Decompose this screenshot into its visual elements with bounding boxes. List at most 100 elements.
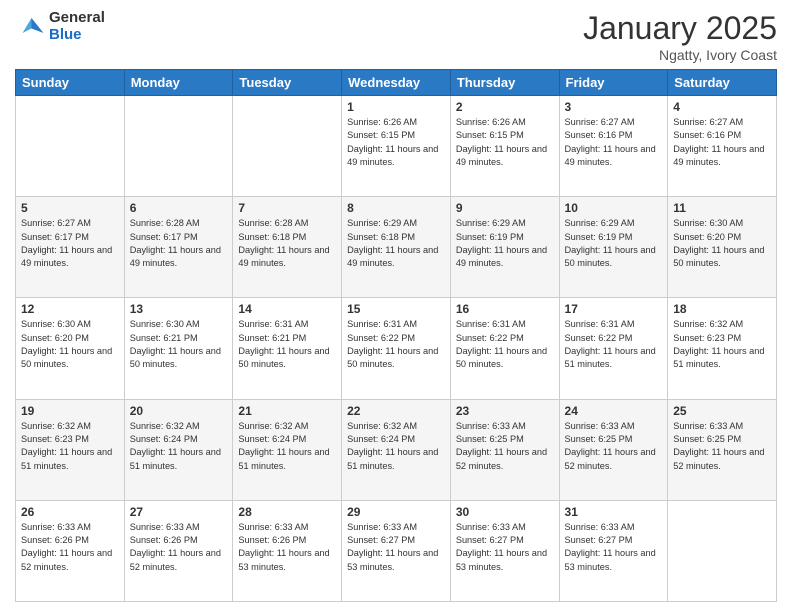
day-number: 19	[21, 404, 119, 418]
day-info: Sunrise: 6:33 AM Sunset: 6:26 PM Dayligh…	[130, 521, 228, 574]
logo-general: General	[49, 10, 105, 27]
calendar-header-tuesday: Tuesday	[233, 70, 342, 96]
calendar-cell: 30 Sunrise: 6:33 AM Sunset: 6:27 PM Dayli…	[450, 500, 559, 601]
calendar-cell: 18 Sunrise: 6:32 AM Sunset: 6:23 PM Dayli…	[668, 298, 777, 399]
day-number: 30	[456, 505, 554, 519]
calendar-cell: 21Sunrise: 6:32 AM Sunset: 6:24 PM Dayli…	[233, 399, 342, 500]
day-number: 24	[565, 404, 663, 418]
calendar-cell	[668, 500, 777, 601]
day-info: Sunrise: 6:33 AM Sunset: 6:27 PM Dayligh…	[565, 521, 663, 574]
calendar-header-wednesday: Wednesday	[342, 70, 451, 96]
day-number: 1	[347, 100, 445, 114]
calendar-cell: 5 Sunrise: 6:27 AM Sunset: 6:17 PM Daylig…	[16, 197, 125, 298]
day-number: 10	[565, 201, 663, 215]
day-info: Sunrise: 6:28 AM Sunset: 6:18 PM Dayligh…	[238, 217, 336, 270]
calendar-header-thursday: Thursday	[450, 70, 559, 96]
day-number: 29	[347, 505, 445, 519]
day-number: 5	[21, 201, 119, 215]
day-info: Sunrise: 6:32 AM Sunset: 6:24 PM Dayligh…	[238, 420, 336, 473]
day-info: Sunrise: 6:32 AM Sunset: 6:23 PM Dayligh…	[673, 318, 771, 371]
day-number: 25	[673, 404, 771, 418]
day-info: Sunrise: 6:32 AM Sunset: 6:23 PM Dayligh…	[21, 420, 119, 473]
day-number: 20	[130, 404, 228, 418]
day-number: 11	[673, 201, 771, 215]
day-number: 26	[21, 505, 119, 519]
day-info: Sunrise: 6:32 AM Sunset: 6:24 PM Dayligh…	[347, 420, 445, 473]
calendar-table: SundayMondayTuesdayWednesdayThursdayFrid…	[15, 69, 777, 602]
calendar-cell: 22 Sunrise: 6:32 AM Sunset: 6:24 PM Dayli…	[342, 399, 451, 500]
calendar-cell: 16Sunrise: 6:31 AM Sunset: 6:22 PM Dayli…	[450, 298, 559, 399]
day-number: 8	[347, 201, 445, 215]
calendar-cell: 24Sunrise: 6:33 AM Sunset: 6:25 PM Dayli…	[559, 399, 668, 500]
calendar-week-1: 5 Sunrise: 6:27 AM Sunset: 6:17 PM Daylig…	[16, 197, 777, 298]
day-number: 28	[238, 505, 336, 519]
calendar-cell: 23 Sunrise: 6:33 AM Sunset: 6:25 PM Dayli…	[450, 399, 559, 500]
logo: General Blue	[15, 10, 105, 43]
day-info: Sunrise: 6:33 AM Sunset: 6:25 PM Dayligh…	[456, 420, 554, 473]
day-info: Sunrise: 6:31 AM Sunset: 6:22 PM Dayligh…	[347, 318, 445, 371]
day-number: 18	[673, 302, 771, 316]
calendar-cell: 3Sunrise: 6:27 AM Sunset: 6:16 PM Daylig…	[559, 96, 668, 197]
calendar-cell: 29 Sunrise: 6:33 AM Sunset: 6:27 PM Dayli…	[342, 500, 451, 601]
day-number: 23	[456, 404, 554, 418]
day-info: Sunrise: 6:28 AM Sunset: 6:17 PM Dayligh…	[130, 217, 228, 270]
day-number: 14	[238, 302, 336, 316]
day-number: 17	[565, 302, 663, 316]
day-number: 22	[347, 404, 445, 418]
calendar-header-row: SundayMondayTuesdayWednesdayThursdayFrid…	[16, 70, 777, 96]
day-number: 13	[130, 302, 228, 316]
header: General Blue January 2025 Ngatty, Ivory …	[15, 10, 777, 63]
day-number: 2	[456, 100, 554, 114]
day-number: 15	[347, 302, 445, 316]
day-info: Sunrise: 6:29 AM Sunset: 6:18 PM Dayligh…	[347, 217, 445, 270]
day-info: Sunrise: 6:27 AM Sunset: 6:17 PM Dayligh…	[21, 217, 119, 270]
day-info: Sunrise: 6:33 AM Sunset: 6:25 PM Dayligh…	[673, 420, 771, 473]
day-number: 4	[673, 100, 771, 114]
day-info: Sunrise: 6:33 AM Sunset: 6:27 PM Dayligh…	[456, 521, 554, 574]
calendar-cell: 4 Sunrise: 6:27 AM Sunset: 6:16 PM Daylig…	[668, 96, 777, 197]
title-block: January 2025 Ngatty, Ivory Coast	[583, 10, 777, 63]
calendar-cell: 13 Sunrise: 6:30 AM Sunset: 6:21 PM Dayli…	[124, 298, 233, 399]
calendar-header-saturday: Saturday	[668, 70, 777, 96]
calendar-cell	[233, 96, 342, 197]
calendar-cell: 27 Sunrise: 6:33 AM Sunset: 6:26 PM Dayli…	[124, 500, 233, 601]
day-number: 7	[238, 201, 336, 215]
calendar-cell: 20 Sunrise: 6:32 AM Sunset: 6:24 PM Dayli…	[124, 399, 233, 500]
day-info: Sunrise: 6:26 AM Sunset: 6:15 PM Dayligh…	[456, 116, 554, 169]
calendar-cell: 7 Sunrise: 6:28 AM Sunset: 6:18 PM Daylig…	[233, 197, 342, 298]
day-info: Sunrise: 6:31 AM Sunset: 6:21 PM Dayligh…	[238, 318, 336, 371]
day-number: 9	[456, 201, 554, 215]
month-title: January 2025	[583, 10, 777, 47]
calendar-cell: 31Sunrise: 6:33 AM Sunset: 6:27 PM Dayli…	[559, 500, 668, 601]
calendar-cell: 11 Sunrise: 6:30 AM Sunset: 6:20 PM Dayli…	[668, 197, 777, 298]
day-info: Sunrise: 6:30 AM Sunset: 6:21 PM Dayligh…	[130, 318, 228, 371]
calendar-cell: 17Sunrise: 6:31 AM Sunset: 6:22 PM Dayli…	[559, 298, 668, 399]
day-info: Sunrise: 6:26 AM Sunset: 6:15 PM Dayligh…	[347, 116, 445, 169]
calendar-cell: 15 Sunrise: 6:31 AM Sunset: 6:22 PM Dayli…	[342, 298, 451, 399]
day-number: 27	[130, 505, 228, 519]
day-info: Sunrise: 6:32 AM Sunset: 6:24 PM Dayligh…	[130, 420, 228, 473]
day-info: Sunrise: 6:33 AM Sunset: 6:27 PM Dayligh…	[347, 521, 445, 574]
calendar-cell: 8 Sunrise: 6:29 AM Sunset: 6:18 PM Daylig…	[342, 197, 451, 298]
calendar-cell: 26 Sunrise: 6:33 AM Sunset: 6:26 PM Dayli…	[16, 500, 125, 601]
calendar-week-2: 12 Sunrise: 6:30 AM Sunset: 6:20 PM Dayli…	[16, 298, 777, 399]
calendar-cell: 14 Sunrise: 6:31 AM Sunset: 6:21 PM Dayli…	[233, 298, 342, 399]
calendar-cell: 19 Sunrise: 6:32 AM Sunset: 6:23 PM Dayli…	[16, 399, 125, 500]
day-info: Sunrise: 6:29 AM Sunset: 6:19 PM Dayligh…	[456, 217, 554, 270]
day-number: 12	[21, 302, 119, 316]
calendar-week-0: 1 Sunrise: 6:26 AM Sunset: 6:15 PM Daylig…	[16, 96, 777, 197]
day-info: Sunrise: 6:33 AM Sunset: 6:26 PM Dayligh…	[21, 521, 119, 574]
calendar-cell	[124, 96, 233, 197]
day-info: Sunrise: 6:31 AM Sunset: 6:22 PM Dayligh…	[456, 318, 554, 371]
calendar-cell: 28Sunrise: 6:33 AM Sunset: 6:26 PM Dayli…	[233, 500, 342, 601]
calendar-cell: 2 Sunrise: 6:26 AM Sunset: 6:15 PM Daylig…	[450, 96, 559, 197]
day-info: Sunrise: 6:30 AM Sunset: 6:20 PM Dayligh…	[21, 318, 119, 371]
day-number: 6	[130, 201, 228, 215]
calendar-header-friday: Friday	[559, 70, 668, 96]
calendar-header-sunday: Sunday	[16, 70, 125, 96]
logo-icon	[15, 12, 45, 42]
day-info: Sunrise: 6:30 AM Sunset: 6:20 PM Dayligh…	[673, 217, 771, 270]
day-info: Sunrise: 6:27 AM Sunset: 6:16 PM Dayligh…	[673, 116, 771, 169]
calendar-cell: 12 Sunrise: 6:30 AM Sunset: 6:20 PM Dayli…	[16, 298, 125, 399]
page: General Blue January 2025 Ngatty, Ivory …	[0, 0, 792, 612]
